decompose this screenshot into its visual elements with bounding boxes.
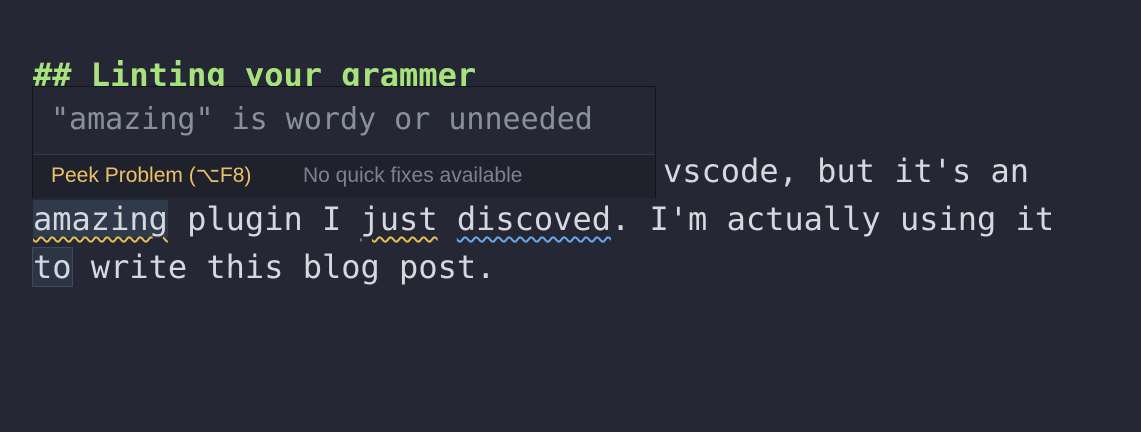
warning-word-amazing[interactable]: amazing (33, 200, 168, 238)
warning-word-just[interactable]: just (361, 200, 438, 238)
text-segment (438, 200, 457, 238)
editor-area[interactable]: ## Linting your grammer vscode, but it's… (0, 0, 1141, 432)
paragraph-line-4[interactable]: to write this blog post. (32, 243, 496, 291)
paragraph-line-2[interactable]: vscode, but it's an (663, 147, 1029, 195)
no-quick-fixes-label: No quick fixes available (303, 164, 523, 187)
text-segment: write this blog post. (71, 248, 496, 286)
paragraph-line-3[interactable]: amazing plugin I just discoved. I'm actu… (33, 195, 1054, 243)
hover-status-bar: Peek Problem (⌥F8) No quick fixes availa… (33, 154, 655, 198)
peek-problem-link[interactable]: Peek Problem (⌥F8) (51, 163, 251, 188)
text-segment: . I'm actually using it (610, 200, 1055, 238)
problem-message: "amazing" is wordy or unneeded (51, 102, 593, 137)
text-segment: plugin I (167, 200, 361, 238)
spelling-word-discoved[interactable]: discoved (457, 200, 611, 238)
highlighted-word-to[interactable]: to (32, 247, 73, 287)
problem-hover-widget: "amazing" is wordy or unneeded Peek Prob… (32, 86, 656, 198)
